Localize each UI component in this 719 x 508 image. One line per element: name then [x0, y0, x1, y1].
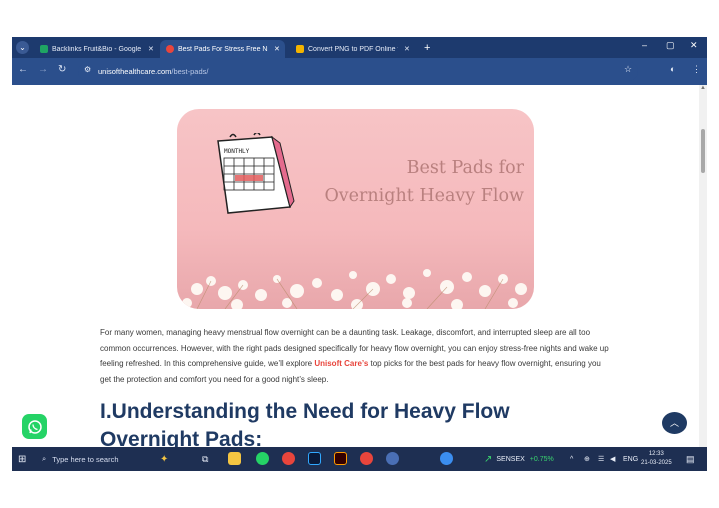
tray-volume-icon[interactable]: ◀ — [610, 447, 615, 471]
site-info-icon[interactable]: ⚙ — [84, 65, 91, 74]
scroll-to-top-button[interactable]: ︿ — [662, 412, 687, 434]
reload-icon[interactable]: ↻ — [58, 64, 66, 75]
search-icon: ⌕ — [42, 454, 47, 463]
forward-arrow-icon[interactable]: → — [38, 64, 48, 75]
web-page: MONTHLY Best Pads for Overnight Heavy Fl… — [12, 85, 707, 447]
new-tab-button[interactable]: + — [424, 40, 430, 56]
weather-widget-icon[interactable]: ✦ — [160, 447, 168, 471]
task-view-icon[interactable]: ⧉ — [202, 447, 208, 471]
tab-backlinks[interactable]: Backlinks Fruit&Bio - Google Sh ✕ — [34, 40, 156, 58]
app-icon[interactable] — [440, 452, 453, 465]
sheets-icon — [40, 45, 48, 53]
trend-up-icon: ↗ — [484, 453, 493, 465]
chrome-profile-icon[interactable] — [360, 452, 373, 465]
site-favicon-icon — [166, 45, 174, 53]
tab-best-pads[interactable]: Best Pads For Stress Free Night ✕ — [160, 40, 285, 58]
hero-title: Best Pads for Overnight Heavy Flow — [324, 158, 524, 206]
sensex-ticker[interactable]: ↗ SENSEX +0.75% — [484, 447, 554, 471]
file-explorer-icon[interactable] — [228, 452, 241, 465]
browser-toolbar: ← → ↻ ⚙ unisofthealthcare.com/best-pads/… — [12, 58, 707, 85]
tray-chevron-icon[interactable]: ^ — [570, 447, 573, 471]
hero-banner: MONTHLY Best Pads for Overnight Heavy Fl… — [177, 109, 534, 309]
bookmark-star-icon[interactable]: ☆ — [624, 64, 632, 75]
maximize-button[interactable]: ▢ — [666, 40, 675, 51]
notifications-icon[interactable]: ▤ — [686, 447, 695, 471]
close-window-button[interactable]: ✕ — [690, 40, 698, 51]
url-text[interactable]: unisofthealthcare.com/best-pads/ — [98, 67, 208, 76]
calendar-icon: MONTHLY — [217, 133, 295, 214]
minimize-button[interactable]: – — [642, 40, 647, 50]
menu-dots-icon[interactable]: ⋮ — [692, 64, 701, 75]
calendar-label: MONTHLY — [224, 148, 250, 155]
chrome-icon[interactable] — [282, 452, 295, 465]
taskbar-clock[interactable]: 12:33 21-03-2025 — [641, 450, 672, 468]
chrome-active-icon[interactable] — [386, 452, 399, 465]
tab-search-icon[interactable]: ⌄ — [16, 41, 29, 54]
brand-link[interactable]: Unisoft Care’s — [314, 359, 368, 368]
whatsapp-icon — [27, 419, 42, 434]
tray-wifi-icon[interactable]: ☰ — [598, 447, 604, 471]
illustrator-icon[interactable] — [334, 452, 347, 465]
extension-icon[interactable]: ◐ — [670, 64, 675, 74]
back-arrow-icon[interactable]: ← — [18, 64, 28, 75]
close-tab-icon[interactable]: ✕ — [274, 45, 280, 53]
windows-start-icon[interactable]: ⊞ — [18, 447, 26, 471]
page-scrollbar[interactable]: ▲ — [699, 85, 707, 447]
windows-taskbar: ⊞ ⌕ Type here to search ✦ ⧉ ↗ SENSEX +0.… — [12, 447, 707, 471]
flowers-image — [182, 269, 527, 309]
close-tab-icon[interactable]: ✕ — [148, 45, 154, 53]
tray-network-icon[interactable]: ⊕ — [584, 447, 590, 471]
scrollbar-thumb[interactable] — [701, 129, 705, 173]
scroll-up-arrow-icon[interactable]: ▲ — [700, 85, 706, 91]
section-heading: I.Understanding the Need for Heavy Flow … — [100, 400, 510, 447]
language-indicator[interactable]: ENG — [623, 447, 638, 471]
browser-window: ⌄ Backlinks Fruit&Bio - Google Sh ✕ Best… — [12, 37, 707, 471]
taskbar-search[interactable]: ⌕ Type here to search — [36, 449, 151, 469]
tab-strip: ⌄ Backlinks Fruit&Bio - Google Sh ✕ Best… — [12, 37, 707, 58]
tab-convert-png[interactable]: Convert PNG to PDF Online for ✕ — [290, 40, 418, 58]
whatsapp-taskbar-icon[interactable] — [256, 452, 269, 465]
photoshop-icon[interactable] — [308, 452, 321, 465]
whatsapp-chat-button[interactable] — [22, 414, 47, 439]
close-tab-icon[interactable]: ✕ — [404, 45, 410, 53]
converter-favicon-icon — [296, 45, 304, 53]
intro-paragraph: For many women, managing heavy menstrual… — [100, 328, 609, 384]
